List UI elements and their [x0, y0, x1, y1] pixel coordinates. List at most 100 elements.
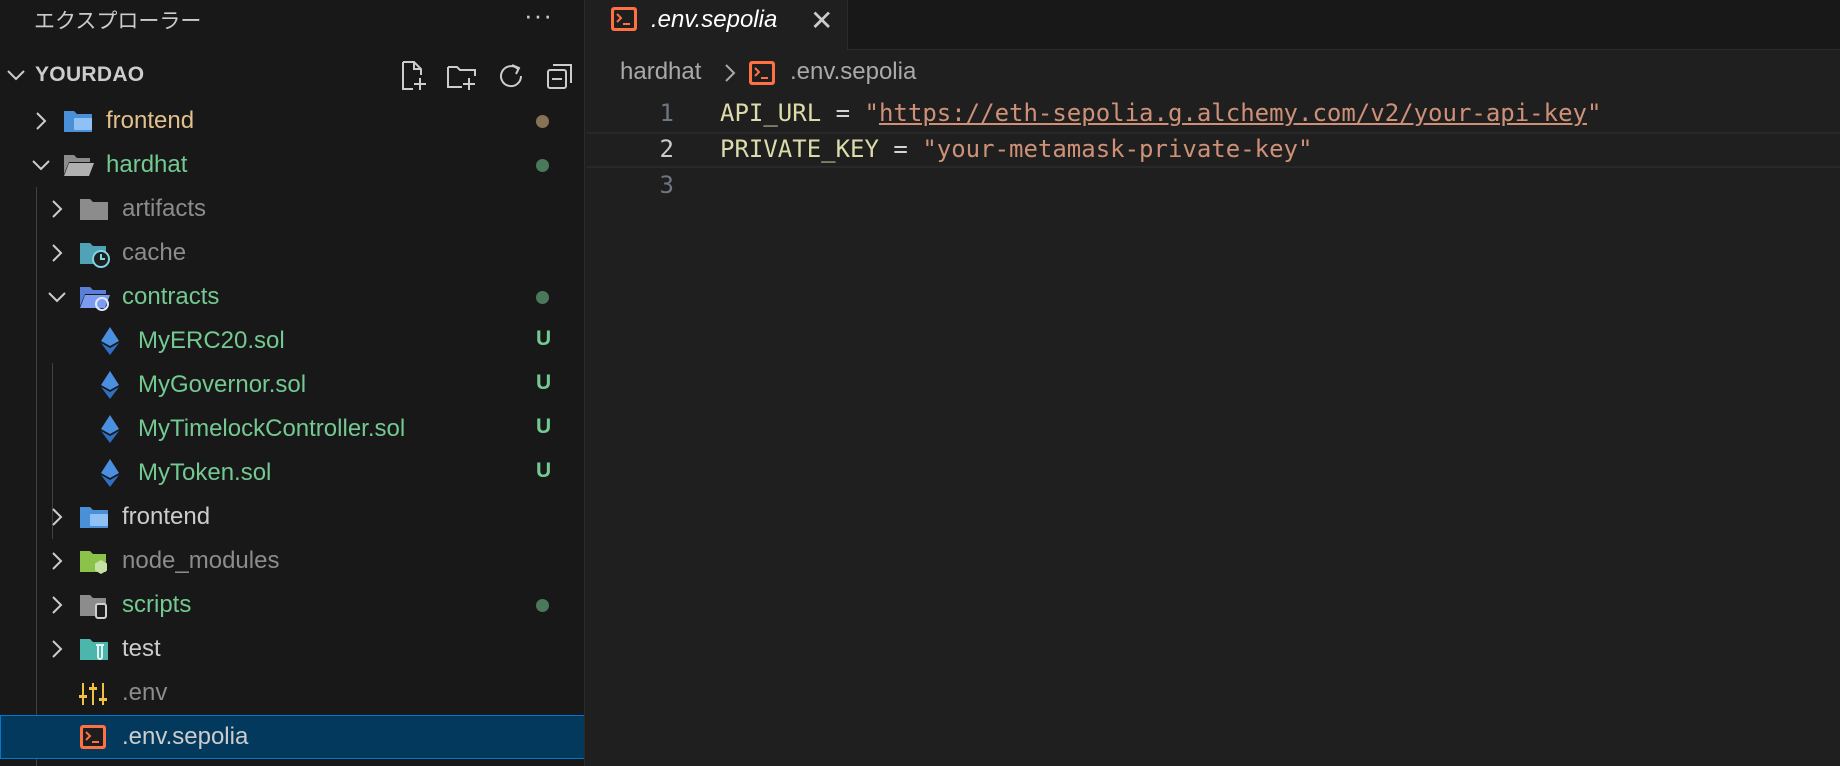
quote: "	[1586, 99, 1602, 127]
tree-item-label: scripts	[122, 591, 192, 618]
new-folder-icon[interactable]	[445, 59, 479, 93]
chevron-right-icon	[52, 508, 63, 526]
workspace-title: YOURDAO	[35, 63, 145, 86]
tree-item-env-sepolia[interactable]: .env.sepolia	[0, 715, 584, 759]
tree-item-env[interactable]: .env	[0, 671, 584, 715]
settings-sliders-icon	[79, 683, 107, 705]
tree-item-label: .env.sepolia	[122, 723, 249, 750]
explorer-title: エクスプローラー	[34, 10, 202, 33]
chevron-down-icon	[48, 292, 66, 303]
tree-item-label: .env	[122, 679, 168, 706]
new-file-icon[interactable]	[396, 59, 430, 93]
tree-item-test[interactable]: test	[0, 627, 584, 671]
quote: "	[864, 99, 879, 127]
tree-item-hardhat[interactable]: hardhat	[0, 143, 584, 187]
env-key: PRIVATE_KEY	[720, 135, 879, 163]
equals-sign: =	[878, 135, 923, 163]
code-text: API_URL = "https://eth-sepolia.g.alchemy…	[720, 99, 1601, 127]
chevron-right-icon	[52, 244, 63, 262]
tree-item-mytimelockcontroller[interactable]: MyTimelockController.sol U	[0, 407, 584, 451]
tree-item-label: MyTimelockController.sol	[138, 415, 406, 442]
refresh-icon[interactable]	[494, 59, 528, 93]
env-value: your-metamask-private-key	[936, 135, 1298, 163]
tree-item-label: contracts	[122, 283, 220, 310]
collapse-all-icon[interactable]	[543, 59, 577, 93]
close-icon[interactable]: ✕	[810, 4, 833, 37]
untracked-badge: U	[536, 459, 552, 482]
ethereum-icon	[101, 327, 119, 355]
folder-frontend-icon	[80, 507, 108, 528]
tree-item-label: frontend	[106, 107, 195, 134]
tab-label: .env.sepolia	[651, 6, 778, 33]
tree-item-mytoken[interactable]: MyToken.sol U	[0, 451, 584, 495]
tree-item-label: artifacts	[122, 195, 207, 222]
untracked-badge: U	[536, 415, 552, 438]
ethereum-icon	[101, 371, 119, 399]
tree-item-label: hardhat	[106, 151, 188, 178]
untracked-dot	[536, 159, 549, 172]
modified-dot	[536, 115, 549, 128]
tree-item-mygovernor[interactable]: MyGovernor.sol U	[0, 363, 584, 407]
workspace-section-header[interactable]: YOURDAO	[0, 55, 584, 93]
folder-scripts-icon	[80, 595, 107, 619]
tree-item-label: frontend	[122, 503, 211, 530]
equals-sign: =	[821, 99, 865, 127]
more-actions-icon[interactable]: ···	[524, 0, 553, 31]
chevron-right-icon	[52, 552, 63, 570]
chevron-down-icon	[32, 160, 50, 171]
code-text: PRIVATE_KEY = "your-metamask-private-key…	[720, 135, 1312, 163]
code-line-current: 2 PRIVATE_KEY = "your-metamask-private-k…	[586, 132, 1840, 168]
folder-icon	[80, 199, 108, 220]
tree-item-node-modules[interactable]: node_modules	[0, 539, 584, 583]
line-number: 1	[659, 99, 674, 127]
untracked-badge: U	[536, 327, 552, 350]
ethereum-icon	[101, 459, 119, 487]
line-number: 2	[659, 135, 674, 163]
breadcrumb-folder[interactable]: hardhat	[620, 58, 701, 86]
untracked-dot	[536, 291, 549, 304]
file-tree: frontend hardhat artifacts cache contrac…	[0, 99, 584, 766]
ethereum-icon	[101, 415, 119, 443]
untracked-dot	[536, 599, 549, 612]
folder-contracts-icon	[80, 287, 110, 311]
chevron-down-icon	[7, 70, 25, 81]
tree-item-label: MyGovernor.sol	[138, 371, 307, 398]
tree-item-label: node_modules	[122, 547, 280, 574]
terminal-icon	[749, 61, 775, 85]
tree-item-label: cache	[122, 239, 187, 266]
line-number: 3	[659, 171, 674, 199]
tree-item-frontend-nested[interactable]: frontend	[0, 495, 584, 539]
code-editor[interactable]: 1 API_URL = "https://eth-sepolia.g.alche…	[586, 96, 1840, 204]
chevron-right-icon	[36, 112, 47, 130]
url-link[interactable]: https://eth-sepolia.g.alchemy.com/v2/you…	[879, 99, 1587, 127]
code-line: 1 API_URL = "https://eth-sepolia.g.alche…	[586, 96, 1840, 132]
code-line: 3	[586, 168, 1840, 204]
tree-item-cache[interactable]: cache	[0, 231, 584, 275]
editor-tab-bar: .env.sepolia ✕	[586, 0, 1840, 50]
terminal-icon	[80, 725, 106, 749]
env-key: API_URL	[720, 99, 822, 127]
tab-env-sepolia[interactable]: .env.sepolia ✕	[586, 0, 848, 50]
tree-item-label: test	[122, 635, 161, 662]
explorer-header: エクスプローラー ···	[0, 0, 584, 36]
tree-item-myerc20[interactable]: MyERC20.sol U	[0, 319, 584, 363]
tree-item-frontend[interactable]: frontend	[0, 99, 584, 143]
folder-open-icon	[64, 155, 94, 176]
tree-item-scripts[interactable]: scripts	[0, 583, 584, 627]
chevron-right-icon	[725, 64, 736, 82]
chevron-right-icon	[52, 200, 63, 218]
untracked-badge: U	[536, 371, 552, 394]
quote: "	[922, 135, 937, 163]
chevron-right-icon	[52, 640, 63, 658]
folder-frontend-icon	[64, 111, 92, 132]
explorer-panel: エクスプローラー ··· YOURDAO frontend hardhat ar…	[0, 0, 585, 766]
terminal-icon	[611, 7, 637, 31]
folder-node-icon	[80, 551, 107, 574]
tree-item-contracts[interactable]: contracts	[0, 275, 584, 319]
folder-test-icon	[80, 639, 108, 660]
breadcrumb-file[interactable]: .env.sepolia	[790, 58, 916, 86]
tree-item-artifacts[interactable]: artifacts	[0, 187, 584, 231]
folder-cache-icon	[80, 243, 110, 268]
chevron-right-icon	[52, 596, 63, 614]
quote: "	[1298, 135, 1313, 163]
